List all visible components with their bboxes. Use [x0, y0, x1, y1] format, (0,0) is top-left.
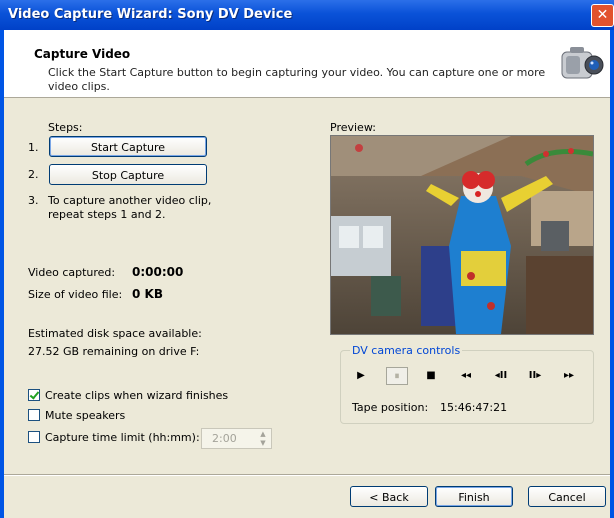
dv-controls-label: DV camera controls [350, 344, 463, 357]
camcorder-icon [561, 47, 604, 79]
preview-label: Preview: [330, 121, 376, 134]
video-captured-label: Video captured: [28, 266, 116, 279]
back-button[interactable]: < Back [350, 486, 428, 507]
create-clips-label[interactable]: Create clips when wizard finishes [45, 389, 228, 402]
video-preview [330, 135, 594, 335]
fast-forward-icon[interactable]: ▸▸ [558, 367, 580, 385]
stop-capture-button[interactable]: Stop Capture [49, 164, 207, 185]
close-icon: ✕ [596, 7, 609, 23]
create-clips-checkbox[interactable] [28, 389, 40, 401]
step-3-line-2: repeat steps 1 and 2. [48, 208, 166, 221]
file-size-value: 0 KB [132, 287, 163, 301]
page-title: Capture Video [34, 47, 131, 61]
stop-icon[interactable]: ■ [420, 367, 442, 385]
preview-frame-image [331, 136, 593, 334]
mute-speakers-checkbox[interactable] [28, 409, 40, 421]
time-limit-spinner[interactable]: 2:00 ▲ ▼ [201, 428, 272, 449]
file-size-label: Size of video file: [28, 288, 123, 301]
step-3-number: 3. [28, 194, 39, 207]
disk-space-value: 27.52 GB remaining on drive F: [28, 345, 200, 358]
time-limit-value: 2:00 [212, 432, 237, 445]
pause-icon[interactable]: ⏸ [386, 367, 408, 385]
close-button[interactable]: ✕ [591, 4, 614, 27]
page-description: Click the Start Capture button to begin … [48, 66, 546, 93]
time-limit-label[interactable]: Capture time limit (hh:mm): [45, 431, 200, 444]
step-1-number: 1. [28, 141, 39, 154]
footer-divider [4, 474, 610, 476]
rewind-icon[interactable]: ◂◂ [455, 367, 477, 385]
window-title: Video Capture Wizard: Sony DV Device [8, 7, 293, 22]
step-3-line-1: To capture another video clip, [48, 194, 212, 207]
time-limit-checkbox[interactable] [28, 431, 40, 443]
start-capture-button[interactable]: Start Capture [49, 136, 207, 157]
spin-down-icon[interactable]: ▼ [256, 439, 270, 448]
window-frame-right [610, 30, 614, 518]
title-bar[interactable]: Video Capture Wizard: Sony DV Device ✕ [0, 0, 614, 30]
finish-button[interactable]: Finish [435, 486, 513, 507]
spin-up-icon[interactable]: ▲ [256, 430, 270, 439]
step-back-icon[interactable]: ◂II [490, 367, 512, 385]
wizard-window: Video Capture Wizard: Sony DV Device ✕ C… [0, 0, 614, 518]
step-2-number: 2. [28, 168, 39, 181]
video-captured-value: 0:00:00 [132, 265, 184, 279]
window-frame-left [0, 30, 4, 518]
cancel-button[interactable]: Cancel [528, 486, 606, 507]
wizard-header: Capture Video Click the Start Capture bu… [4, 30, 610, 98]
play-icon[interactable]: ▶ [350, 367, 372, 385]
disk-space-label: Estimated disk space available: [28, 327, 202, 340]
mute-speakers-label[interactable]: Mute speakers [45, 409, 125, 422]
step-forward-icon[interactable]: II▸ [524, 367, 546, 385]
steps-heading: Steps: [48, 121, 83, 134]
tape-position-label: Tape position: [352, 401, 429, 414]
tape-position-value: 15:46:47:21 [440, 401, 508, 414]
